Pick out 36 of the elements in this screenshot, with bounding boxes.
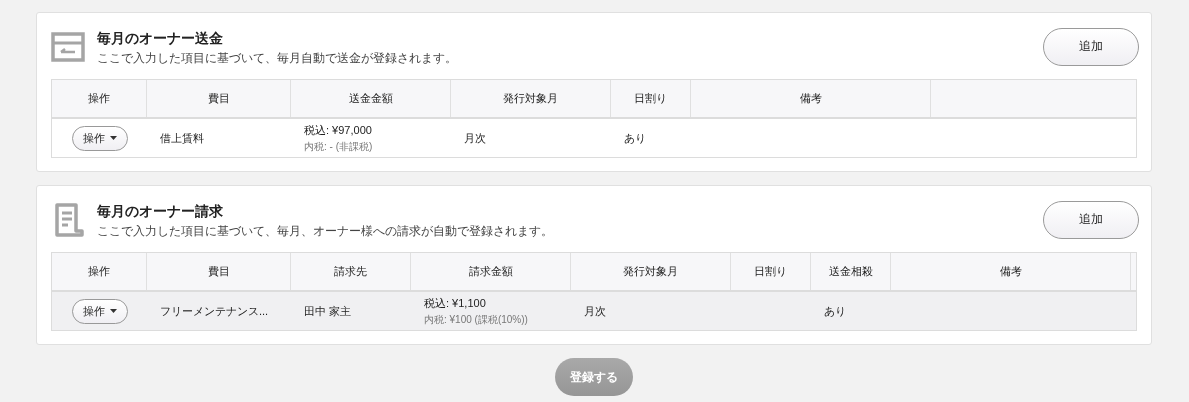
action-dropdown-button[interactable]: 操作 (71, 298, 128, 324)
column-header: 送金金額 (291, 80, 451, 117)
table-cell: 借上賃料 (160, 130, 204, 146)
column-header: 操作 (52, 253, 147, 290)
table-cell: フリーメンテナンス... (160, 303, 269, 319)
column-header: 送金相殺 (811, 253, 891, 290)
caret-icon (109, 309, 117, 313)
transfer-icon (51, 31, 85, 62)
section-description: ここで入力した項目に基づいて、毎月自動で送金が登録されます。 (97, 50, 458, 66)
section-title: 毎月のオーナー送金 (97, 29, 224, 48)
table-cell: 田中 家主 (304, 303, 352, 319)
table-cell: あり (824, 303, 846, 319)
add-button[interactable]: 追加 (1043, 27, 1139, 66)
action-dropdown-button[interactable]: 操作 (71, 125, 128, 151)
table-cell: あり (624, 130, 646, 146)
column-header: 発行対象月 (571, 253, 731, 290)
column-header: 請求先 (291, 253, 411, 290)
table-cell: 月次 (464, 130, 486, 146)
section-description: ここで入力した項目に基づいて、毎月、オーナー様への請求が自動で登録されます。 (97, 223, 554, 239)
amount-text: 税込: ¥1,100 (424, 295, 487, 311)
column-header: 備考 (891, 253, 1131, 290)
column-header: 費目 (147, 253, 291, 290)
column-header: 費目 (147, 80, 291, 117)
section-title: 毎月のオーナー請求 (97, 202, 224, 221)
column-header: 請求金額 (411, 253, 571, 290)
caret-icon (109, 136, 117, 140)
column-header: 操作 (52, 80, 147, 117)
amount-text: 税込: ¥97,000 (304, 122, 373, 138)
add-button[interactable]: 追加 (1043, 200, 1139, 239)
column-header: 発行対象月 (451, 80, 611, 117)
column-header: 日割り (611, 80, 691, 117)
table-cell: 月次 (584, 303, 606, 319)
column-header: 備考 (691, 80, 931, 117)
tax-text: 内税: ¥100 (課税(10%)) (424, 312, 528, 327)
column-header: 日割り (731, 253, 811, 290)
tax-text: 内税: - (非課税) (304, 139, 373, 154)
